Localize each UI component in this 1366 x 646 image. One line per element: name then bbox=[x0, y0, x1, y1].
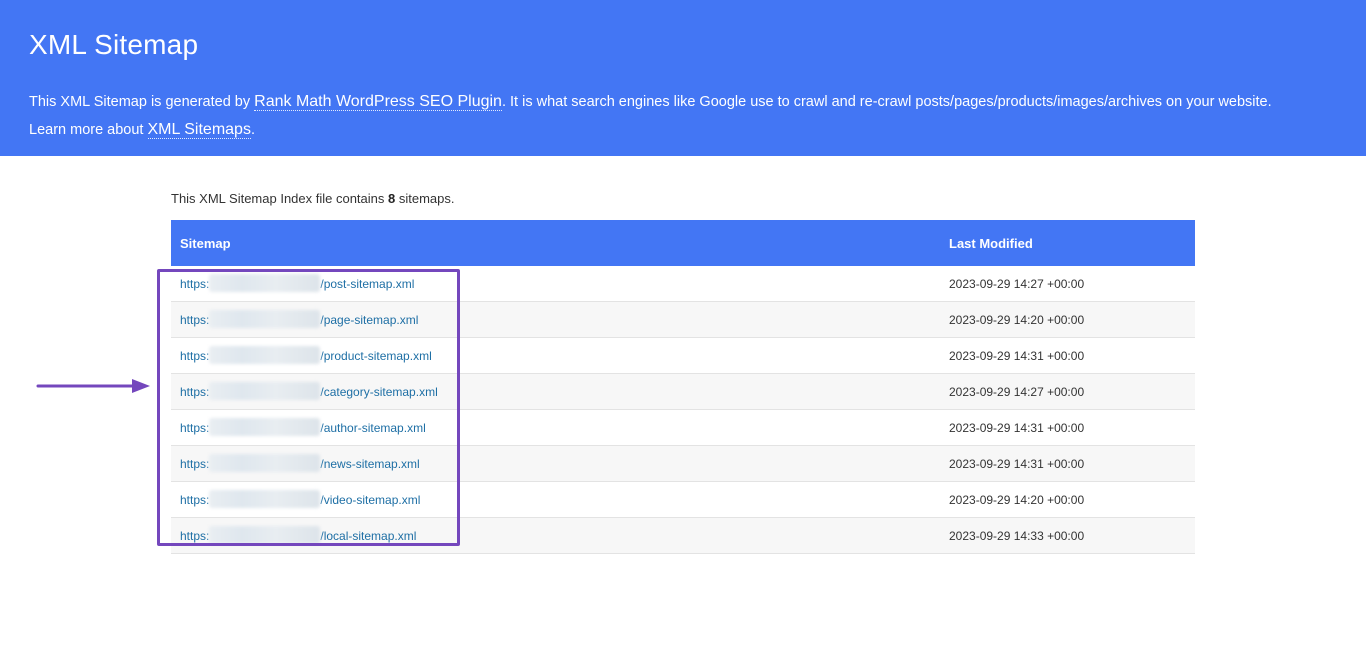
last-modified-date: 2023-09-29 14:20 +00:00 bbox=[949, 313, 1085, 327]
column-header-last-modified: Last Modified bbox=[949, 236, 1033, 251]
blurred-domain bbox=[209, 310, 321, 329]
url-prefix: https: bbox=[180, 493, 210, 507]
url-prefix: https: bbox=[180, 277, 210, 291]
url-path: /post-sitemap.xml bbox=[320, 277, 415, 291]
url-prefix: https: bbox=[180, 421, 210, 435]
sitemap-link[interactable]: https: /product-sitemap.xml bbox=[180, 346, 432, 365]
column-header-sitemap: Sitemap bbox=[180, 236, 231, 251]
last-modified-date: 2023-09-29 14:20 +00:00 bbox=[949, 493, 1085, 507]
xml-sitemaps-link[interactable]: XML Sitemaps bbox=[147, 121, 251, 139]
sitemap-link[interactable]: https: /author-sitemap.xml bbox=[180, 418, 426, 437]
last-modified-date: 2023-09-29 14:33 +00:00 bbox=[949, 529, 1085, 543]
table-row: https: /video-sitemap.xml 2023-09-29 14:20… bbox=[171, 482, 1195, 518]
sitemap-link[interactable]: https: /video-sitemap.xml bbox=[180, 490, 421, 509]
url-prefix: https: bbox=[180, 457, 210, 471]
blurred-domain bbox=[209, 454, 321, 473]
sitemap-count-text: This XML Sitemap Index file contains 8 s… bbox=[171, 191, 455, 206]
table-row: https: /product-sitemap.xml 2023-09-29 14:… bbox=[171, 338, 1195, 374]
url-prefix: https: bbox=[180, 349, 210, 363]
blurred-domain bbox=[209, 490, 321, 509]
sitemap-link[interactable]: https: /category-sitemap.xml bbox=[180, 382, 438, 401]
sitemap-link[interactable]: https: /post-sitemap.xml bbox=[180, 274, 415, 293]
table-row: https: /author-sitemap.xml 2023-09-29 14:3… bbox=[171, 410, 1195, 446]
last-modified-date: 2023-09-29 14:31 +00:00 bbox=[949, 457, 1085, 471]
blurred-domain bbox=[209, 418, 321, 437]
url-path: /local-sitemap.xml bbox=[320, 529, 417, 543]
rank-math-plugin-link[interactable]: Rank Math WordPress SEO Plugin bbox=[254, 93, 502, 111]
blurred-domain bbox=[209, 274, 321, 293]
table-row: https: /local-sitemap.xml 2023-09-29 14:33… bbox=[171, 518, 1195, 554]
last-modified-date: 2023-09-29 14:31 +00:00 bbox=[949, 421, 1085, 435]
header-description: This XML Sitemap is generated by Rank Ma… bbox=[29, 93, 1272, 139]
blurred-domain bbox=[209, 382, 321, 401]
table-row: https: /post-sitemap.xml 2023-09-29 14:27 … bbox=[171, 266, 1195, 302]
url-path: /product-sitemap.xml bbox=[320, 349, 432, 363]
last-modified-date: 2023-09-29 14:31 +00:00 bbox=[949, 349, 1085, 363]
url-path: /video-sitemap.xml bbox=[320, 493, 421, 507]
table-row: https: /category-sitemap.xml 2023-09-29 14… bbox=[171, 374, 1195, 410]
page-header: XML Sitemap This XML Sitemap is generate… bbox=[0, 0, 1366, 156]
url-prefix: https: bbox=[180, 529, 210, 543]
last-modified-date: 2023-09-29 14:27 +00:00 bbox=[949, 277, 1085, 291]
url-path: /category-sitemap.xml bbox=[320, 385, 438, 399]
sitemap-link[interactable]: https: /local-sitemap.xml bbox=[180, 526, 417, 545]
table-row: https: /news-sitemap.xml 2023-09-29 14:31 … bbox=[171, 446, 1195, 482]
last-modified-date: 2023-09-29 14:27 +00:00 bbox=[949, 385, 1085, 399]
url-prefix: https: bbox=[180, 313, 210, 327]
sitemap-link[interactable]: https: /page-sitemap.xml bbox=[180, 310, 419, 329]
sitemap-link[interactable]: https: /news-sitemap.xml bbox=[180, 454, 420, 473]
url-path: /author-sitemap.xml bbox=[320, 421, 426, 435]
table-body: https: /post-sitemap.xml 2023-09-29 14:27 … bbox=[171, 266, 1195, 554]
url-path: /page-sitemap.xml bbox=[320, 313, 419, 327]
blurred-domain bbox=[209, 526, 321, 545]
page-title: XML Sitemap bbox=[29, 29, 199, 60]
table-header: Sitemap Last Modified bbox=[171, 220, 1195, 266]
blurred-domain bbox=[209, 346, 321, 365]
url-prefix: https: bbox=[180, 385, 210, 399]
annotation-arrow-icon bbox=[36, 379, 150, 393]
url-path: /news-sitemap.xml bbox=[320, 457, 420, 471]
sitemap-table: Sitemap Last Modified https: /post-sitema… bbox=[171, 220, 1195, 554]
table-row: https: /page-sitemap.xml 2023-09-29 14:20 … bbox=[171, 302, 1195, 338]
